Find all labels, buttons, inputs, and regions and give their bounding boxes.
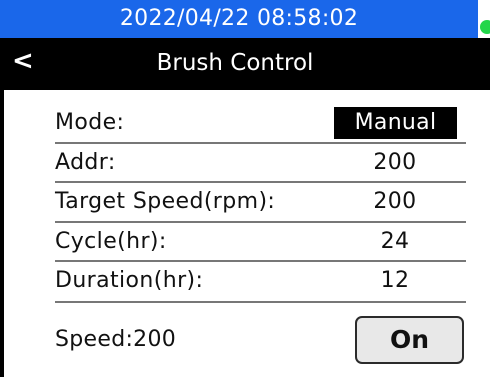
mode-label: Mode: [55, 110, 125, 135]
on-button[interactable]: On [355, 316, 464, 364]
divider [55, 142, 466, 144]
addr-value[interactable]: 200 [335, 145, 455, 181]
divider [55, 221, 466, 223]
page-title: Brush Control [156, 50, 314, 76]
divider [55, 260, 466, 262]
status-bar: 2022/04/22 08:58:02 [0, 0, 478, 38]
settings-row-duration: Duration(hr): 12 [55, 263, 466, 299]
left-border [0, 90, 4, 377]
settings-row-target-speed: Target Speed(rpm): 200 [55, 184, 466, 220]
mode-selector[interactable]: Manual [334, 107, 457, 139]
duration-label: Duration(hr): [55, 268, 204, 293]
duration-value[interactable]: 12 [335, 263, 455, 299]
target-speed-label: Target Speed(rpm): [55, 189, 276, 214]
device-screen: 2022/04/22 08:58:02 < Brush Control Mode… [0, 0, 490, 377]
target-speed-value[interactable]: 200 [335, 184, 455, 220]
cycle-value[interactable]: 24 [335, 224, 455, 260]
title-bar: < Brush Control [0, 38, 490, 90]
status-indicator-icon [480, 20, 490, 34]
settings-row-addr: Addr: 200 [55, 145, 466, 181]
settings-row-mode: Mode: Manual [55, 105, 466, 141]
addr-label: Addr: [55, 150, 116, 175]
divider [55, 181, 466, 183]
divider [55, 301, 466, 303]
cycle-label: Cycle(hr): [55, 229, 167, 254]
settings-row-cycle: Cycle(hr): 24 [55, 224, 466, 260]
status-datetime: 2022/04/22 08:58:02 [119, 6, 359, 31]
current-speed-readout: Speed:200 [55, 327, 177, 352]
